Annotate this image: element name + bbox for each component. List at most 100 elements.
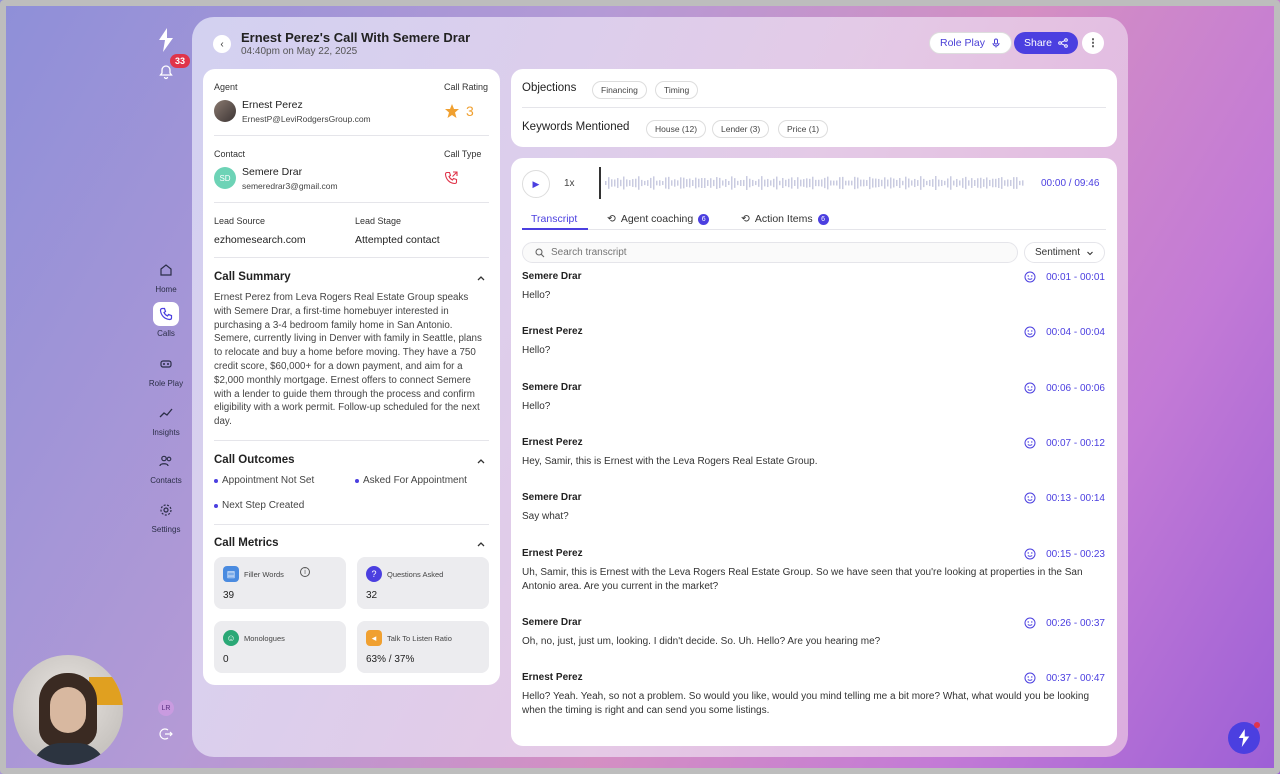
outgoing-call-icon xyxy=(444,171,458,185)
timestamp-label: 00:13 - 00:14 xyxy=(1046,492,1105,504)
user-avatar[interactable]: LR xyxy=(158,700,174,716)
timestamp[interactable]: 00:07 - 00:12 xyxy=(1024,437,1105,449)
objection-chip[interactable]: Financing xyxy=(592,81,647,99)
waveform-bar xyxy=(656,180,658,186)
transcript-entry[interactable]: Semere Drar 00:01 - 00:01 Hello? xyxy=(522,271,1105,303)
back-button[interactable]: ‹ xyxy=(213,35,231,53)
nav-calls[interactable]: Calls xyxy=(140,302,192,338)
objections-label: Objections xyxy=(522,82,577,94)
nav-contacts[interactable]: Contacts xyxy=(140,449,192,485)
playhead[interactable] xyxy=(599,167,601,199)
divider xyxy=(214,202,489,203)
timestamp[interactable]: 00:26 - 00:37 xyxy=(1024,617,1105,629)
timestamp[interactable]: 00:04 - 00:04 xyxy=(1024,326,1105,338)
waveform-bar xyxy=(965,176,967,190)
metric-questions-asked: ? Questions Asked 32 xyxy=(357,557,489,609)
app-logo-icon[interactable] xyxy=(157,28,175,52)
play-button[interactable]: ▶ xyxy=(522,170,550,198)
nav-role-play[interactable]: Role Play xyxy=(140,352,192,388)
chevron-up-icon[interactable] xyxy=(476,273,486,283)
sentiment-dropdown[interactable]: Sentiment xyxy=(1024,242,1105,263)
more-options-button[interactable]: ⋮ xyxy=(1082,32,1104,54)
transcript-entry[interactable]: Ernest Perez 00:04 - 00:04 Hello? xyxy=(522,326,1105,358)
divider xyxy=(214,135,489,136)
nav-settings[interactable]: Settings xyxy=(140,498,192,534)
waveform-bar xyxy=(791,177,793,189)
waveform-bar xyxy=(818,179,820,187)
waveform-bar xyxy=(1013,177,1015,189)
waveform-bar xyxy=(626,179,628,187)
keyword-chip[interactable]: House (12) xyxy=(646,120,707,138)
transcript-entry[interactable]: Ernest Perez 00:07 - 00:12 Hey, Samir, thi… xyxy=(522,437,1105,469)
logout-icon[interactable] xyxy=(159,727,173,741)
waveform-bar xyxy=(680,177,682,189)
waveform-bar xyxy=(764,179,766,187)
transcript-entry[interactable]: Semere Drar 00:26 - 00:37 Oh, no, just, ju… xyxy=(522,617,1105,649)
users-icon xyxy=(159,455,172,467)
waveform-bar xyxy=(974,180,976,186)
nav-home[interactable]: Home xyxy=(140,258,192,294)
metric-talk-listen-ratio: ◂ Talk To Listen Ratio 63% / 37% xyxy=(357,621,489,673)
notification-badge: 33 xyxy=(170,54,191,68)
megaphone-icon: ◂ xyxy=(366,630,382,646)
waveform-bar xyxy=(740,179,742,187)
assistant-fab[interactable] xyxy=(1228,722,1260,754)
timestamp[interactable]: 00:01 - 00:01 xyxy=(1024,271,1105,283)
home-icon xyxy=(160,264,172,276)
waveform-bar xyxy=(821,179,823,187)
waveform-bar xyxy=(881,179,883,187)
play-icon: ▶ xyxy=(532,178,540,189)
waveform-bar xyxy=(638,176,640,190)
search-input[interactable] xyxy=(551,247,991,258)
waveform-bar xyxy=(707,180,709,186)
waveform-bar xyxy=(863,179,865,187)
lead-source-value: ezhomesearch.com xyxy=(214,234,306,246)
phone-icon xyxy=(159,307,173,321)
timestamp[interactable]: 00:13 - 00:14 xyxy=(1024,492,1105,504)
sentiment-neutral-icon xyxy=(1024,326,1036,338)
metric-value: 39 xyxy=(223,590,235,601)
audio-waveform[interactable] xyxy=(599,167,1025,199)
waveform-bar xyxy=(824,177,826,189)
transcript-entry[interactable]: Semere Drar 00:13 - 00:14 Say what? xyxy=(522,492,1105,524)
playback-speed[interactable]: 1x xyxy=(564,178,575,189)
waveform-bar xyxy=(806,178,808,188)
tab-action-items[interactable]: ⟲ Action Items 6 xyxy=(741,213,829,225)
waveform-bar xyxy=(854,176,856,190)
share-button[interactable]: Share xyxy=(1014,32,1079,54)
info-icon[interactable]: i xyxy=(300,567,310,577)
tab-transcript[interactable]: Transcript xyxy=(531,213,577,225)
timestamp[interactable]: 00:15 - 00:23 xyxy=(1024,548,1105,560)
call-datetime: 04:40pm on May 22, 2025 xyxy=(241,46,358,57)
keyword-chip[interactable]: Lender (3) xyxy=(712,120,770,138)
timestamp[interactable]: 00:06 - 00:06 xyxy=(1024,382,1105,394)
transcript-entry[interactable]: Ernest Perez 00:37 - 00:47 Hello? Yeah. Ye… xyxy=(522,672,1105,718)
sentiment-neutral-icon xyxy=(1024,617,1036,629)
transcript-entry[interactable]: Ernest Perez 00:15 - 00:23 Uh, Samir, this… xyxy=(522,548,1105,594)
waveform-bar xyxy=(992,178,994,188)
waveform-bar xyxy=(962,178,964,188)
waveform-bar xyxy=(713,179,715,187)
keyword-chip[interactable]: Price (1) xyxy=(778,120,829,138)
waveform-bar xyxy=(866,180,868,186)
chevron-up-icon[interactable] xyxy=(476,539,486,549)
waveform-bar xyxy=(827,176,829,190)
waveform-bar xyxy=(926,180,928,186)
utterance-text: Hello? Yeah. Yeah, so not a problem. So … xyxy=(522,691,1090,716)
waveform-bar xyxy=(761,176,763,190)
timestamp[interactable]: 00:37 - 00:47 xyxy=(1024,672,1105,684)
nav-calls-label: Calls xyxy=(157,329,175,338)
page-title: Ernest Perez's Call With Semere Drar xyxy=(241,30,471,45)
nav-insights[interactable]: Insights xyxy=(140,401,192,437)
utterance-text: Hello? xyxy=(522,401,551,412)
sentiment-neutral-icon xyxy=(1024,548,1036,560)
sentiment-label: Sentiment xyxy=(1034,247,1081,258)
outcome-label: Appointment Not Set xyxy=(222,475,315,486)
chevron-up-icon[interactable] xyxy=(476,456,486,466)
tab-agent-coaching[interactable]: ⟲ Agent coaching 6 xyxy=(607,213,710,225)
transcript-entry[interactable]: Semere Drar 00:06 - 00:06 Hello? xyxy=(522,382,1105,414)
bullet-icon xyxy=(214,478,218,483)
role-play-button[interactable]: Role Play xyxy=(929,32,1012,54)
objection-chip[interactable]: Timing xyxy=(655,81,699,99)
call-rating-value: 3 xyxy=(466,103,474,119)
